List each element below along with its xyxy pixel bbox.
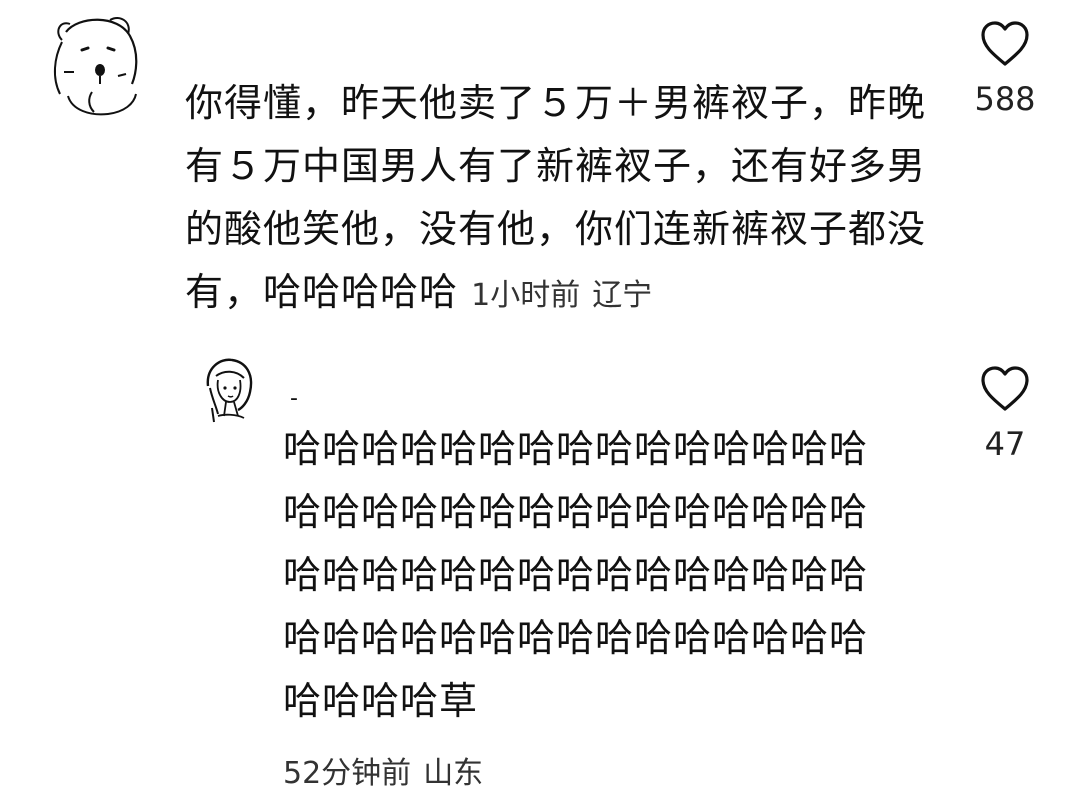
reply-meta: 52分钟前 山东 <box>283 748 483 792</box>
reply-username[interactable]: - <box>290 386 298 411</box>
reply-time: 52分钟前 <box>283 756 412 791</box>
comment-time: 1小时前 <box>471 278 581 313</box>
like-button[interactable]: 588 <box>960 20 1050 118</box>
heart-outline-icon <box>981 366 1029 411</box>
reply-location: 山东 <box>423 756 484 791</box>
girl-avatar-icon[interactable] <box>198 356 260 428</box>
like-count: 588 <box>974 80 1036 118</box>
bear-avatar-icon[interactable] <box>48 12 140 120</box>
comment-location: 辽宁 <box>592 278 653 313</box>
reply-body: 哈哈哈哈哈哈哈哈哈哈哈哈哈哈哈哈哈哈哈哈哈哈哈哈哈哈哈哈哈哈哈哈哈哈哈哈哈哈哈哈… <box>283 427 869 723</box>
comment-meta: 1小时前 辽宁 <box>471 278 652 313</box>
heart-outline-icon <box>981 21 1029 66</box>
reply-like-button[interactable]: 47 <box>960 365 1050 463</box>
reply-like-count: 47 <box>984 425 1026 463</box>
reply-text[interactable]: 哈哈哈哈哈哈哈哈哈哈哈哈哈哈哈哈哈哈哈哈哈哈哈哈哈哈哈哈哈哈哈哈哈哈哈哈哈哈哈哈… <box>283 418 903 733</box>
comment-text[interactable]: 你得懂，昨天他卖了５万＋男裤衩子，昨晚有５万中国男人有了新裤衩子，还有好多男的酸… <box>185 72 935 327</box>
